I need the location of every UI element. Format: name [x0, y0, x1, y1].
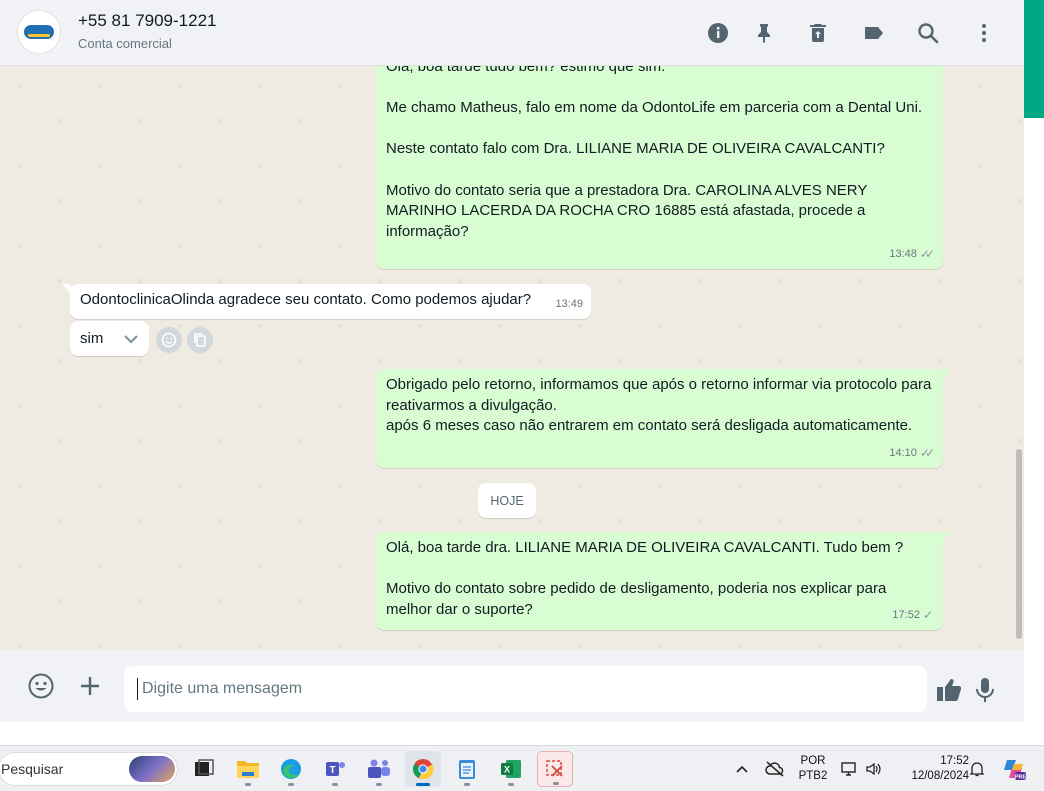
bubble-tail [942, 532, 951, 542]
double-check-icon: ✓✓ [919, 446, 935, 461]
message-time: 13:48 [889, 248, 917, 261]
single-check-icon: ✓ [922, 608, 933, 623]
chevron-down-icon[interactable] [121, 329, 141, 353]
date-divider: HOJE [478, 483, 536, 518]
svg-text:T: T [329, 765, 335, 776]
chrome-icon[interactable] [405, 751, 441, 787]
message-text: Obrigado pelo retorno, informamos que ap… [386, 376, 932, 435]
message-input[interactable] [124, 666, 927, 712]
file-explorer-icon[interactable] [230, 751, 266, 787]
running-indicator [464, 783, 470, 786]
edge-browser-icon[interactable] [273, 751, 309, 787]
cloud-offline-icon[interactable] [760, 751, 790, 787]
taskbar-search-label: Pesquisar [1, 761, 64, 777]
language-code: POR [800, 755, 826, 767]
running-indicator [508, 783, 514, 786]
keyboard-layout: PTB2 [798, 770, 828, 782]
odontolife-logo [24, 25, 54, 39]
quick-reply-chip[interactable]: sim [70, 321, 149, 356]
quick-reply-label: sim [80, 330, 104, 347]
scrollbar-thumb[interactable] [1016, 449, 1022, 639]
volume-icon[interactable] [862, 751, 886, 787]
label-icon[interactable] [859, 18, 889, 48]
running-indicator [245, 783, 251, 786]
message-meta: 14:10 ✓✓ [889, 443, 935, 464]
system-clock[interactable]: 17:52 12/08/2024 [893, 754, 969, 784]
chat-header: +55 81 7909-1221 Conta comercial [0, 0, 1024, 66]
message-meta: 13:48 ✓✓ [889, 244, 935, 265]
chevron-up-icon[interactable] [727, 751, 757, 787]
notification-bell-icon[interactable] [964, 751, 990, 787]
message-outgoing[interactable]: Olá, boa tarde dra. LILIANE MARIA DE OLI… [376, 532, 951, 630]
text-caret [137, 678, 138, 700]
message-text: OdontoclinicaOlinda agradece seu contato… [80, 291, 532, 308]
active-indicator [416, 783, 430, 786]
windows-taskbar: Pesquisar T X POR PTB2 17:52 12/08/2024 … [0, 745, 1044, 791]
snipping-tool-icon[interactable] [537, 751, 573, 787]
running-indicator [332, 783, 338, 786]
message-incoming[interactable]: OdontoclinicaOlinda agradece seu contato… [62, 284, 591, 319]
search-icon[interactable] [913, 18, 943, 48]
copy-icon[interactable] [187, 327, 213, 353]
teams-icon[interactable] [361, 751, 397, 787]
input-language[interactable]: POR PTB2 [795, 754, 831, 784]
clock-time: 17:52 [940, 755, 969, 767]
info-icon[interactable] [703, 18, 733, 48]
notepad-icon[interactable] [449, 751, 485, 787]
contact-subtitle: Conta comercial [78, 36, 172, 51]
message-meta: 17:52 ✓ [892, 605, 935, 626]
bubble-tail [942, 369, 951, 379]
taskbar-search[interactable]: Pesquisar [0, 752, 178, 786]
task-view-icon[interactable] [186, 751, 222, 787]
attach-plus-icon[interactable] [74, 670, 106, 702]
svg-text:X: X [504, 765, 510, 775]
microphone-icon[interactable] [969, 674, 1001, 706]
menu-icon[interactable] [969, 18, 999, 48]
running-indicator [376, 783, 382, 786]
clock-date: 12/08/2024 [911, 770, 969, 782]
running-indicator [288, 783, 294, 786]
thumbs-up-icon[interactable] [933, 674, 965, 706]
copilot-icon[interactable]: PRE [998, 751, 1030, 787]
message-time: 14:10 [889, 447, 917, 460]
emoji-icon[interactable] [25, 670, 57, 702]
chat-scrollbar[interactable] [1014, 66, 1024, 650]
window-bottom-edge [0, 722, 1044, 745]
message-outgoing[interactable]: Olá, boa tarde tudo bem? estimo que sim.… [376, 66, 943, 269]
svg-text:PRE: PRE [1015, 774, 1027, 780]
teams-classic-icon[interactable]: T [317, 751, 353, 787]
excel-icon[interactable]: X [493, 751, 529, 787]
network-icon[interactable] [838, 751, 862, 787]
search-highlight-image [129, 756, 175, 782]
bubble-tail [62, 284, 71, 294]
message-outgoing[interactable]: Obrigado pelo retorno, informamos que ap… [376, 369, 951, 468]
contact-avatar[interactable] [17, 10, 61, 54]
delete-icon[interactable] [803, 18, 833, 48]
conversation-panel[interactable]: Olá, boa tarde tudo bem? estimo que sim.… [0, 66, 1024, 650]
message-time: 17:52 [892, 609, 920, 622]
message-text: Olá, boa tarde tudo bem? estimo que sim.… [386, 66, 923, 240]
pin-icon[interactable] [749, 18, 779, 48]
double-check-icon: ✓✓ [919, 247, 935, 262]
message-text: Olá, boa tarde dra. LILIANE MARIA DE OLI… [386, 539, 904, 618]
message-time: 13:49 [555, 298, 583, 311]
contact-name[interactable]: +55 81 7909-1221 [78, 11, 217, 31]
message-composer [0, 650, 1024, 722]
message-meta: 13:49 [555, 294, 583, 315]
emoji-reaction-icon[interactable] [156, 327, 182, 353]
side-accent-bar [1024, 0, 1044, 118]
running-indicator [553, 782, 559, 785]
